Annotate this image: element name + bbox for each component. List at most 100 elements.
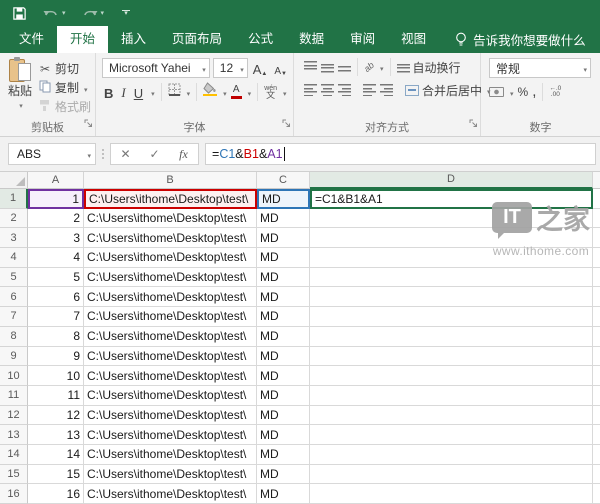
column-header-C[interactable]: C (257, 172, 310, 189)
cell-D14[interactable] (310, 445, 593, 465)
cell-partial[interactable] (593, 209, 600, 229)
cell-A14[interactable]: 14 (28, 445, 84, 465)
cell-D5[interactable] (310, 268, 593, 288)
cell-B9[interactable]: C:\Users\ithome\Desktop\test\ (84, 347, 257, 367)
cell-D2[interactable] (310, 209, 593, 229)
cell-A3[interactable]: 3 (28, 228, 84, 248)
row-header-3[interactable]: 3 (0, 228, 28, 248)
comma-style-button[interactable]: , (532, 88, 536, 96)
align-left-button[interactable] (304, 84, 317, 96)
wrap-text-button[interactable]: 自动换行 (397, 59, 461, 76)
cell-B11[interactable]: C:\Users\ithome\Desktop\test\ (84, 386, 257, 406)
increase-indent-button[interactable] (380, 84, 393, 96)
cell-B13[interactable]: C:\Users\ithome\Desktop\test\ (84, 425, 257, 445)
cell-B3[interactable]: C:\Users\ithome\Desktop\test\ (84, 228, 257, 248)
cell-partial[interactable] (593, 425, 600, 445)
cell-D3[interactable] (310, 228, 593, 248)
cell-A4[interactable]: 4 (28, 248, 84, 268)
cell-D6[interactable] (310, 287, 593, 307)
undo-button[interactable]: ▾ (43, 7, 66, 20)
underline-dropdown[interactable] (149, 83, 155, 101)
cut-button[interactable]: ✂剪切 (38, 60, 91, 77)
cell-partial[interactable] (593, 347, 600, 367)
accounting-dropdown[interactable] (508, 83, 514, 101)
underline-button[interactable]: U (132, 83, 145, 101)
row-header-7[interactable]: 7 (0, 307, 28, 327)
tab-view[interactable]: 视图 (388, 26, 439, 53)
cell-B15[interactable]: C:\Users\ithome\Desktop\test\ (84, 465, 257, 485)
row-header-9[interactable]: 9 (0, 347, 28, 367)
tab-data[interactable]: 数据 (286, 26, 337, 53)
cell-A10[interactable]: 10 (28, 366, 84, 386)
cell-A1[interactable]: 1 (28, 189, 84, 209)
fill-color-button[interactable] (203, 82, 217, 101)
cell-D16[interactable] (310, 484, 593, 504)
row-header-16[interactable]: 16 (0, 484, 28, 504)
cell-C6[interactable]: MD (257, 287, 310, 307)
select-all-corner[interactable] (0, 172, 28, 189)
formula-input[interactable]: =C1&B1&A1 (205, 143, 596, 165)
cell-C7[interactable]: MD (257, 307, 310, 327)
tab-insert[interactable]: 插入 (108, 26, 159, 53)
cell-partial[interactable] (593, 366, 600, 386)
accounting-format-icon[interactable] (489, 87, 504, 97)
redo-button[interactable]: ▾ (82, 7, 105, 20)
increase-decimal-button[interactable]: ←.0.00 (549, 86, 561, 98)
align-center-button[interactable] (321, 84, 334, 96)
cancel-button[interactable]: ✕ (111, 147, 140, 161)
row-header-12[interactable]: 12 (0, 406, 28, 426)
cell-A9[interactable]: 9 (28, 347, 84, 367)
cell-partial[interactable] (593, 465, 600, 485)
percent-style-button[interactable]: % (518, 85, 529, 99)
phonetic-dropdown[interactable] (281, 83, 287, 101)
cell-A6[interactable]: 6 (28, 287, 84, 307)
tab-formulas[interactable]: 公式 (235, 26, 286, 53)
cell-C2[interactable]: MD (257, 209, 310, 229)
cell-C11[interactable]: MD (257, 386, 310, 406)
phonetic-guide-button[interactable]: wén文 (264, 86, 277, 98)
cell-partial[interactable] (593, 445, 600, 465)
cell-partial[interactable] (593, 189, 600, 209)
number-format-combo[interactable]: 常规 (489, 58, 591, 78)
cell-partial[interactable] (593, 248, 600, 268)
row-header-13[interactable]: 13 (0, 425, 28, 445)
cell-D9[interactable] (310, 347, 593, 367)
cell-D13[interactable] (310, 425, 593, 445)
font-size-combo[interactable]: 12 (213, 58, 248, 78)
cell-A15[interactable]: 15 (28, 465, 84, 485)
cell-C12[interactable]: MD (257, 406, 310, 426)
cell-A7[interactable]: 7 (28, 307, 84, 327)
fill-color-dropdown[interactable] (221, 83, 227, 101)
paste-button[interactable]: 粘贴 (6, 58, 34, 120)
font-name-combo[interactable]: Microsoft Yahei (102, 58, 210, 78)
cell-C5[interactable]: MD (257, 268, 310, 288)
cell-B6[interactable]: C:\Users\ithome\Desktop\test\ (84, 287, 257, 307)
row-header-15[interactable]: 15 (0, 465, 28, 485)
row-header-4[interactable]: 4 (0, 248, 28, 268)
tell-me-box[interactable]: 告诉我你想要做什么 (455, 26, 586, 53)
name-box[interactable]: ABS (8, 143, 96, 165)
orientation-button[interactable]: ab (362, 60, 376, 74)
cell-D12[interactable] (310, 406, 593, 426)
column-header-partial[interactable] (593, 172, 600, 189)
cell-partial[interactable] (593, 228, 600, 248)
tab-home[interactable]: 开始 (57, 26, 108, 53)
align-right-button[interactable] (338, 84, 351, 96)
tab-file[interactable]: 文件 (6, 26, 57, 53)
cell-partial[interactable] (593, 268, 600, 288)
cell-D15[interactable] (310, 465, 593, 485)
cell-C9[interactable]: MD (257, 347, 310, 367)
cell-C8[interactable]: MD (257, 327, 310, 347)
cell-A12[interactable]: 12 (28, 406, 84, 426)
align-middle-button[interactable] (321, 61, 334, 73)
cell-partial[interactable] (593, 287, 600, 307)
cell-D8[interactable] (310, 327, 593, 347)
cell-D11[interactable] (310, 386, 593, 406)
cell-A11[interactable]: 11 (28, 386, 84, 406)
bold-button[interactable]: B (102, 83, 115, 101)
row-header-8[interactable]: 8 (0, 327, 28, 347)
cell-B12[interactable]: C:\Users\ithome\Desktop\test\ (84, 406, 257, 426)
cell-A5[interactable]: 5 (28, 268, 84, 288)
cell-D7[interactable] (310, 307, 593, 327)
cell-C4[interactable]: MD (257, 248, 310, 268)
